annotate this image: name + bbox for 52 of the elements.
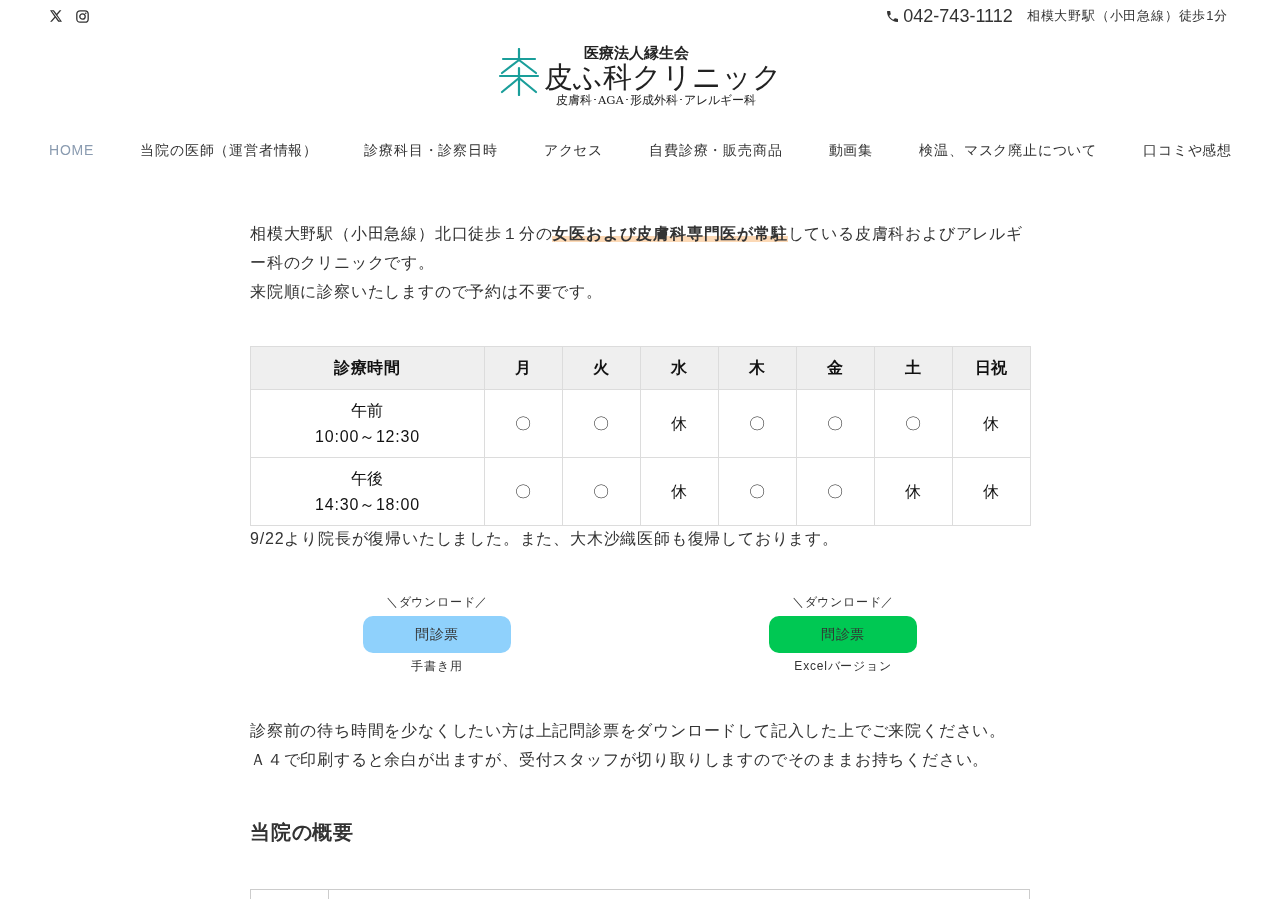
table-header-cell: 日祝 — [952, 346, 1031, 390]
table-header-cell: 土 — [874, 346, 953, 390]
section-heading: 当院の概要 — [250, 820, 355, 845]
table-header-cell: 月 — [484, 346, 563, 390]
nav-link[interactable]: 診療科目・診察日時 — [364, 140, 498, 160]
instruction-text: 診察前の待ち時間を少なくしたい方は上記問診票をダウンロードして記入した上でご来院ください。 — [250, 721, 1007, 741]
notice-text: 9/22より院長が復帰いたしました。また、大木沙織医師も復帰しております。 — [250, 529, 840, 549]
download-button[interactable]: 問診票 — [363, 616, 511, 653]
instruction-text: Ａ４で印刷すると余白が出ますが、受付スタッフが切り取りしますのでそのままお持ちください。 — [250, 750, 991, 770]
table-cell: 〇 — [796, 457, 875, 526]
clinic-org-name: 医療法人縁生会 — [583, 45, 690, 62]
table-cell: 休 — [640, 389, 719, 458]
download-note: 手書き用 — [411, 659, 463, 673]
download-note: Excelバージョン — [794, 659, 892, 673]
table-cell: 〇 — [796, 389, 875, 458]
x-logo-icon[interactable] — [50, 10, 62, 22]
table-cell: 〇 — [484, 389, 563, 458]
clinic-specialties: 皮膚科･AGA･形成外科･アレルギー科 — [555, 93, 757, 107]
table-header-cell: 金 — [796, 346, 875, 390]
intro-paragraph: 来院順に診察いたしますので予約は不要です。 — [250, 282, 604, 302]
download-button[interactable]: 問診票 — [769, 616, 917, 653]
intro-paragraph: 相模大野駅（小田急線）北口徒歩１分の女医および皮膚科専門医が常駐している皮膚科およびアレルギー科のクリニックです。 — [250, 224, 1024, 273]
nav-link[interactable]: 口コミや感想 — [1143, 140, 1232, 160]
nav-link[interactable]: 検温、マスク廃止について — [919, 140, 1097, 160]
table-cell: 午後 14:30～18:00 — [250, 457, 485, 526]
table-cell: 午前 10:00～12:30 — [250, 389, 485, 458]
table-header-cell: 診療時間 — [250, 346, 485, 390]
table-cell: 〇 — [718, 457, 797, 526]
camera-icon[interactable] — [76, 9, 89, 23]
phone-number[interactable]: 042-743-1112 — [903, 5, 1013, 27]
phone-icon — [887, 10, 899, 22]
table-cell: 〇 — [562, 389, 641, 458]
table-cell: 休 — [952, 457, 1031, 526]
nav-link[interactable]: 当院の医師（運営者情報） — [140, 140, 319, 160]
table-cell: 〇 — [484, 457, 563, 526]
logo-mark-icon — [498, 48, 540, 96]
table-cell: 休 — [952, 389, 1031, 458]
nav-link[interactable]: 自費診療・販売商品 — [649, 140, 783, 160]
table-header-cell: 火 — [562, 346, 641, 390]
download-caption: ＼ダウンロード／ — [791, 595, 895, 609]
table-cell: 〇 — [718, 389, 797, 458]
table-header-cell: 木 — [718, 346, 797, 390]
table-header-cell: 水 — [640, 346, 719, 390]
table-cell: 休 — [640, 457, 719, 526]
table-cell: 休 — [874, 457, 953, 526]
nav-link[interactable]: 動画集 — [828, 140, 874, 160]
nav-link[interactable]: アクセス — [543, 140, 603, 160]
table-cell: 〇 — [874, 389, 953, 458]
download-caption: ＼ダウンロード／ — [385, 595, 489, 609]
clinic-name: 皮ふ科クリニック — [544, 62, 782, 93]
access-info: 相模大野駅（小田急線）徒歩1分 — [1026, 7, 1228, 25]
table-cell: 〇 — [562, 457, 641, 526]
